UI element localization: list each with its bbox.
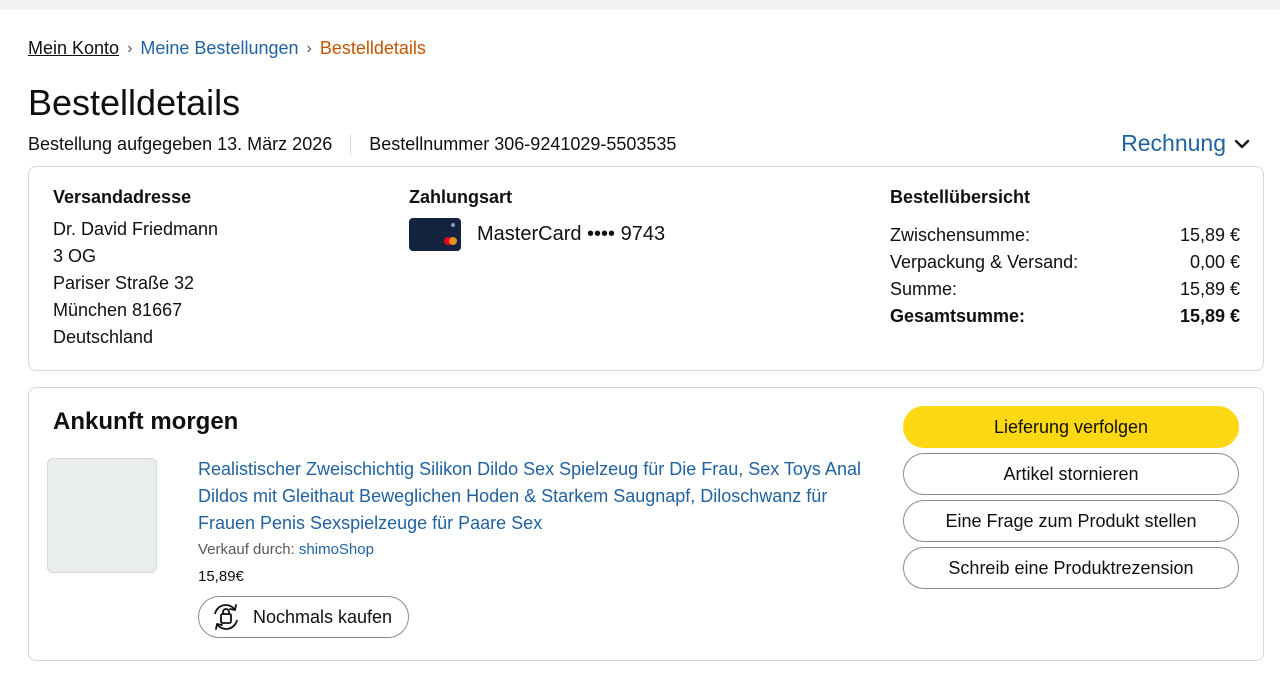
seller-link[interactable]: shimoShop [299, 541, 374, 558]
summary-value: 15,89 € [1179, 225, 1240, 245]
buy-again-icon [214, 604, 238, 630]
address-line: Dr. David Friedmann [53, 219, 219, 239]
shipment-card: Ankunft morgen Realistischer Zweischicht… [28, 387, 1264, 661]
order-date: Bestellung aufgegeben 13. März 2026 [28, 134, 333, 154]
breadcrumb-current: Bestelldetails [319, 38, 426, 58]
seller-label: Verkauf durch: [198, 541, 295, 558]
page-title: Bestelldetails [28, 82, 241, 123]
summary-label: Summe: [890, 279, 958, 299]
summary-row-shipping: Verpackung & Versand: 0,00 € [890, 249, 1240, 276]
address-line: München 81667 [53, 300, 183, 320]
address-line: Pariser Straße 32 [53, 273, 195, 293]
arrival-status: Ankunft morgen [53, 408, 239, 435]
summary-label: Gesamtsumme: [890, 306, 1026, 326]
cancel-item-button[interactable]: Artikel stornieren [903, 453, 1239, 495]
payment-method: Zahlungsart MasterCard •••• 9743 [409, 187, 665, 251]
write-review-button[interactable]: Schreib eine Produktrezension [903, 547, 1239, 589]
invoice-label: Rechnung [1121, 130, 1226, 156]
summary-value: 15,89 € [1179, 306, 1240, 326]
buy-again-button[interactable]: Nochmals kaufen [198, 596, 410, 638]
order-summary: Bestellübersicht Zwischensumme: 15,89 € … [890, 187, 1240, 330]
order-number: Bestellnummer 306-9241029-5503535 [369, 134, 677, 154]
chevron-down-icon [1234, 139, 1250, 148]
address-line: 3 OG [53, 246, 97, 266]
item-price: 15,89€ [198, 568, 244, 585]
buy-again-label: Nochmals kaufen [253, 606, 393, 627]
payment-card-text: MasterCard •••• 9743 [477, 223, 666, 245]
order-meta: Bestellung aufgegeben 13. März 2026 Best… [28, 134, 676, 155]
summary-value: 15,89 € [1179, 279, 1240, 299]
breadcrumb-my-account[interactable]: Mein Konto [28, 38, 119, 59]
breadcrumb-separator: › [306, 39, 312, 57]
order-info-card: Versandadresse Dr. David Friedmann 3 OG … [28, 166, 1264, 371]
breadcrumb-my-orders[interactable]: Meine Bestellungen [140, 38, 298, 59]
summary-row-sum: Summe: 15,89 € [890, 276, 1240, 303]
payment-heading: Zahlungsart [409, 187, 513, 207]
meta-divider [350, 134, 352, 155]
shipping-heading: Versandadresse [53, 187, 192, 207]
address-line: Deutschland [53, 327, 154, 347]
summary-heading: Bestellübersicht [890, 187, 1031, 207]
product-image[interactable] [47, 458, 157, 573]
order-details-page: Mein Konto › Meine Bestellungen › Bestel… [0, 10, 1280, 678]
order-actions: Lieferung verfolgen Artikel stornieren E… [903, 406, 1239, 589]
product-title-link[interactable]: Realistischer Zweischichtig Silikon Dild… [198, 456, 868, 537]
invoice-dropdown[interactable]: Rechnung [1121, 130, 1250, 157]
track-package-button[interactable]: Lieferung verfolgen [903, 406, 1239, 448]
mastercard-icon [409, 218, 461, 251]
breadcrumb-separator: › [127, 39, 133, 57]
seller-info: Verkauf durch: shimoShop [198, 541, 374, 558]
summary-label: Zwischensumme: [890, 225, 1031, 245]
breadcrumb: Mein Konto › Meine Bestellungen › Bestel… [28, 38, 426, 59]
ask-product-question-button[interactable]: Eine Frage zum Produkt stellen [903, 500, 1239, 542]
summary-row-total: Gesamtsumme: 15,89 € [890, 303, 1240, 330]
summary-label: Verpackung & Versand: [890, 252, 1079, 272]
summary-row-subtotal: Zwischensumme: 15,89 € [890, 222, 1240, 249]
shipping-address: Versandadresse Dr. David Friedmann 3 OG … [53, 187, 218, 351]
summary-value: 0,00 € [1189, 252, 1240, 272]
